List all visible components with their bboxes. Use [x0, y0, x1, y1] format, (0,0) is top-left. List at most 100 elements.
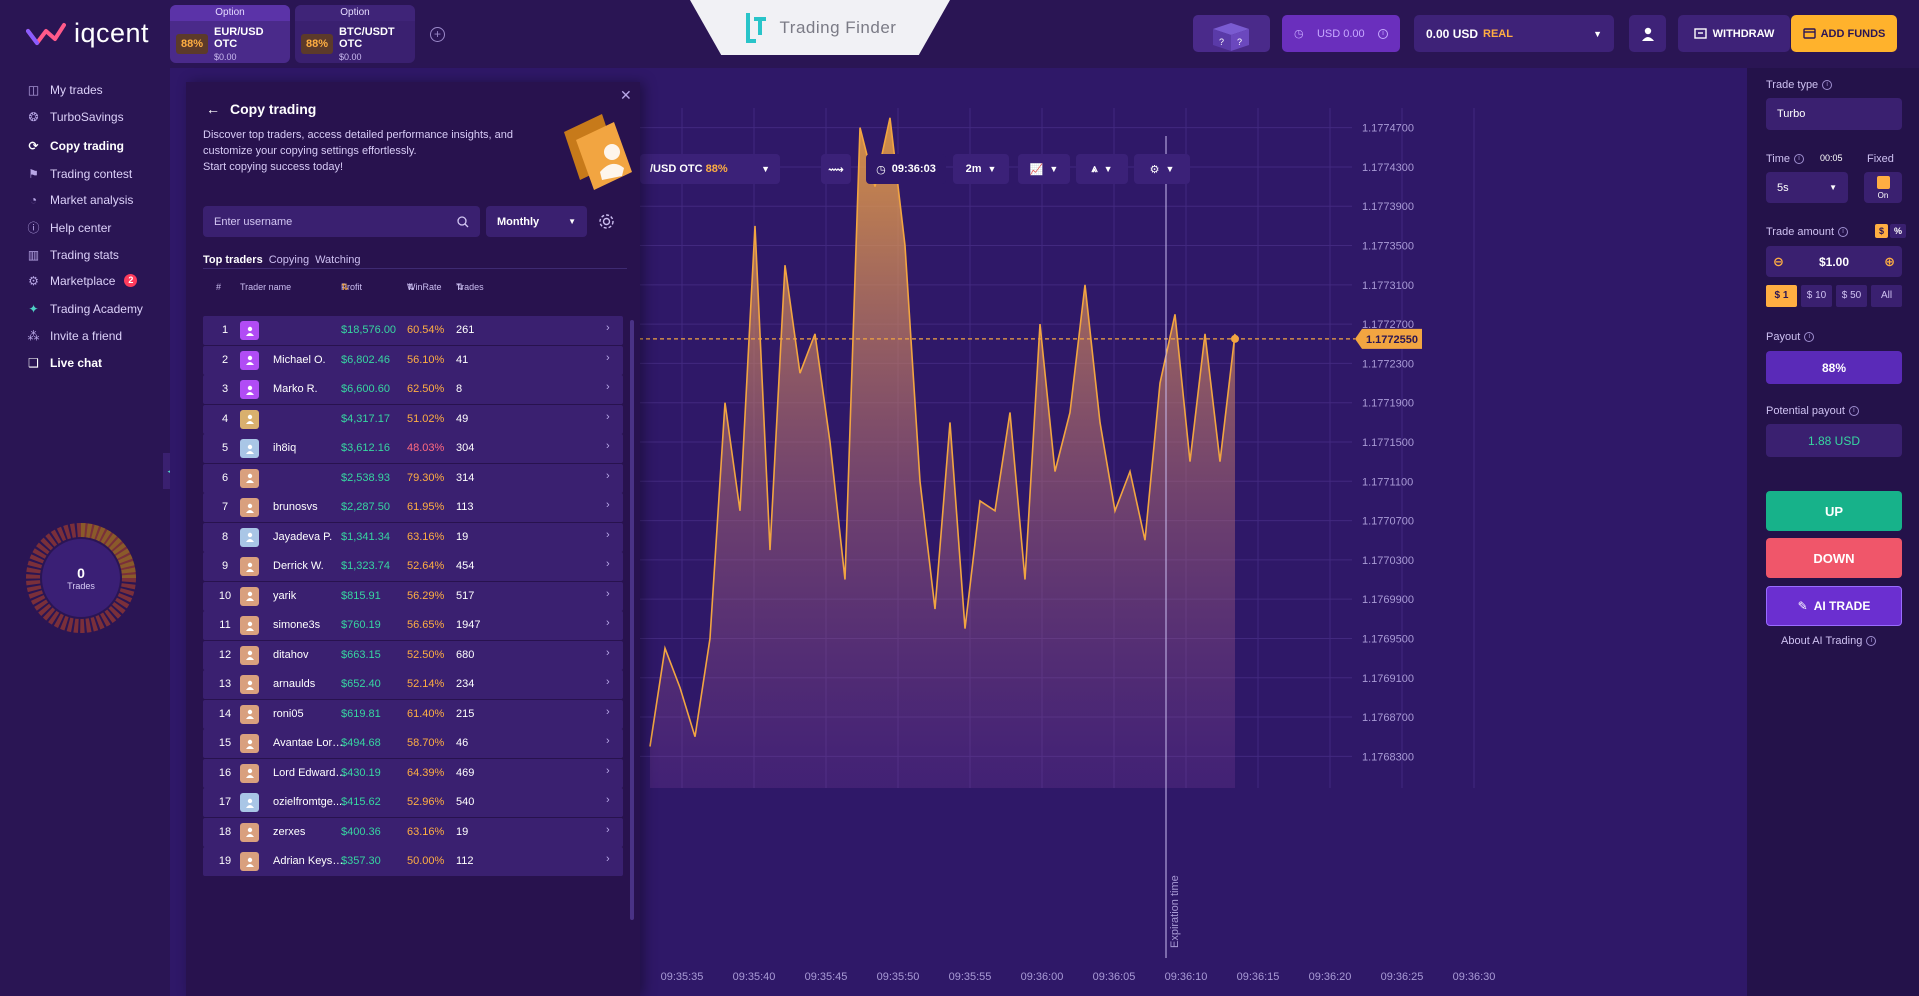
preset-1[interactable]: $ 1	[1766, 285, 1797, 307]
demo-balance[interactable]: ◷ USD 0.00 i	[1282, 15, 1400, 52]
table-row[interactable]: 11 simone3s $760.19 56.65% 1947 ›	[203, 611, 623, 640]
chevron-right-icon[interactable]: ›	[606, 676, 610, 688]
preset-10[interactable]: $ 10	[1801, 285, 1832, 307]
plus-icon[interactable]: ⊕	[1884, 254, 1895, 270]
tab-top-traders[interactable]: Top traders	[203, 254, 263, 266]
info-icon[interactable]: i	[1838, 227, 1849, 237]
info-icon[interactable]: i	[1804, 332, 1815, 342]
sidebar-item-copy-trading[interactable]: ⟳ Copy trading	[26, 138, 124, 153]
back-arrow-icon[interactable]: ←	[206, 101, 220, 117]
chart-type-selector[interactable]: 📈 ▼	[1018, 154, 1070, 184]
table-row[interactable]: 18 zerxes $400.36 63.16% 19 ›	[203, 817, 623, 847]
sidebar-item-help-center[interactable]: ⓘ Help center	[26, 220, 111, 236]
sidebar-item-invite-friend[interactable]: ⁂ Invite a friend	[26, 328, 123, 343]
chevron-right-icon[interactable]: ›	[606, 470, 610, 482]
tab-watching[interactable]: Watching	[315, 254, 360, 266]
preset-50[interactable]: $ 50	[1836, 285, 1867, 307]
chart-settings-selector[interactable]: ⚙ ▼	[1134, 154, 1190, 184]
chevron-right-icon[interactable]: ›	[606, 588, 610, 600]
table-row[interactable]: 5 ih8iq $3,612.16 48.03% 304 ›	[203, 434, 623, 463]
ai-trade-button[interactable]: ✎ AI TRADE	[1766, 586, 1902, 626]
info-icon[interactable]: i	[1822, 80, 1833, 90]
info-icon[interactable]: i	[1794, 154, 1805, 164]
timeframe-selector[interactable]: 2m ▼	[953, 154, 1009, 184]
chevron-right-icon[interactable]: ›	[606, 706, 610, 718]
trader-search[interactable]	[203, 206, 480, 237]
table-row[interactable]: 4 $4,317.17 51.02% 49 ›	[203, 404, 623, 434]
asset-selector[interactable]: /USD OTC 88% ▼	[640, 154, 780, 184]
table-row[interactable]: 13 arnaulds $652.40 52.14% 234 ›	[203, 670, 623, 699]
table-row[interactable]: 16 Lord Edward ... $430.19 64.39% 469 ›	[203, 758, 623, 788]
table-row[interactable]: 14 roni05 $619.81 61.40% 215 ›	[203, 699, 623, 729]
info-icon[interactable]: i	[1378, 28, 1388, 39]
sidebar-item-market-analysis[interactable]: ◔ Market analysis	[26, 192, 134, 207]
table-row[interactable]: 2 Michael O. $6,802.46 56.10% 41 ›	[203, 345, 623, 375]
chevron-right-icon[interactable]: ›	[606, 558, 610, 570]
table-row[interactable]: 15 Avantae Lore... $494.68 58.70% 46 ›	[203, 729, 623, 758]
chevron-right-icon[interactable]: ›	[606, 499, 610, 511]
table-row[interactable]: 3 Marko R. $6,600.60 62.50% 8 ›	[203, 375, 623, 404]
sidebar-item-marketplace[interactable]: ⚙ Marketplace 2	[26, 273, 138, 288]
mystery-box-button[interactable]: ? ?	[1193, 15, 1270, 52]
add-funds-button[interactable]: ADD FUNDS	[1791, 15, 1897, 52]
profile-button[interactable]	[1629, 15, 1666, 52]
chevron-right-icon[interactable]: ›	[606, 794, 610, 806]
chevron-right-icon[interactable]: ›	[606, 824, 610, 836]
trade-type-select[interactable]: Turbo	[1766, 98, 1902, 130]
tab-copying[interactable]: Copying	[269, 254, 309, 266]
brand-logo[interactable]: iqcent	[26, 18, 149, 49]
chevron-right-icon[interactable]: ›	[606, 352, 610, 364]
settings-gear-icon[interactable]	[598, 213, 615, 230]
chevron-right-icon[interactable]: ›	[606, 765, 610, 777]
fixed-toggle[interactable]: On	[1864, 172, 1902, 203]
amount-input[interactable]: ⊖ $1.00 ⊕	[1766, 246, 1902, 277]
amount-mode-percent[interactable]: %	[1890, 224, 1907, 238]
asset-tab-eurusd[interactable]: Option 88% EUR/USD OTC $0.00	[170, 5, 290, 63]
account-selector[interactable]: 0.00 USD REAL ▼	[1414, 15, 1614, 52]
amount-mode-toggle[interactable]: $ %	[1875, 224, 1907, 238]
table-row[interactable]: 9 Derrick W. $1,323.74 52.64% 454 ›	[203, 552, 623, 581]
withdraw-button[interactable]: WITHDRAW	[1678, 15, 1790, 52]
sidebar-item-trading-contest[interactable]: ⚑ Trading contest	[26, 166, 132, 181]
asset-tab-btcusdt[interactable]: Option 88% BTC/USDT OTC $0.00	[295, 5, 415, 63]
about-ai-link[interactable]: About AI Trading i	[1781, 635, 1877, 647]
drawing-tools-selector[interactable]: ⩓ ▼	[1076, 154, 1128, 184]
info-icon[interactable]: i	[1848, 406, 1859, 416]
table-row[interactable]: 10 yarik $815.91 56.29% 517 ›	[203, 581, 623, 611]
time-select[interactable]: 5s ▼	[1766, 172, 1848, 203]
amount-mode-currency[interactable]: $	[1875, 224, 1889, 238]
indicators-button[interactable]: ⟿	[821, 154, 851, 184]
preset-all[interactable]: All	[1871, 285, 1902, 307]
chevron-right-icon[interactable]: ›	[606, 381, 610, 393]
sidebar-item-live-chat[interactable]: ❑ Live chat	[26, 355, 102, 370]
minus-icon[interactable]: ⊖	[1773, 254, 1784, 270]
sidebar-item-my-trades[interactable]: ◫ My trades	[26, 82, 103, 97]
sidebar-item-trading-stats[interactable]: ▥ Trading stats	[26, 247, 119, 262]
chevron-right-icon[interactable]: ›	[606, 647, 610, 659]
period-select[interactable]: Monthly ▼	[486, 206, 587, 237]
search-input[interactable]	[214, 215, 457, 228]
chevron-right-icon[interactable]: ›	[606, 529, 610, 541]
search-icon[interactable]	[457, 215, 469, 228]
chevron-right-icon[interactable]: ›	[606, 735, 610, 747]
up-button[interactable]: UP	[1766, 491, 1902, 531]
table-row[interactable]: 12 ditahov $663.15 52.50% 680 ›	[203, 640, 623, 670]
table-row[interactable]: 7 brunosvs $2,287.50 61.95% 113 ›	[203, 493, 623, 522]
sidebar-item-turbosavings[interactable]: ❂ TurboSavings	[26, 109, 123, 124]
chevron-right-icon[interactable]: ›	[606, 853, 610, 865]
chevron-right-icon[interactable]: ›	[606, 617, 610, 629]
add-tab-icon[interactable]: +	[430, 27, 445, 42]
sidebar-item-trading-academy[interactable]: ✦ Trading Academy	[26, 301, 142, 316]
table-row[interactable]: 8 Jayadeva P. $1,341.34 63.16% 19 ›	[203, 522, 623, 552]
tab-pair: EUR/USD OTC	[214, 26, 264, 50]
table-row[interactable]: 19 Adrian Keysh... $357.30 50.00% 112 ›	[203, 847, 623, 876]
table-row[interactable]: 6 $2,538.93 79.30% 314 ›	[203, 463, 623, 493]
chevron-right-icon[interactable]: ›	[606, 322, 610, 334]
scrollbar[interactable]	[630, 320, 634, 920]
amount-value[interactable]: $1.00	[1819, 255, 1849, 269]
table-row[interactable]: 1 $18,576.00 60.54% 261 ›	[203, 316, 623, 345]
down-button[interactable]: DOWN	[1766, 538, 1902, 578]
chevron-right-icon[interactable]: ›	[606, 440, 610, 452]
chevron-right-icon[interactable]: ›	[606, 411, 610, 423]
table-row[interactable]: 17 ozielfromtge... $415.62 52.96% 540 ›	[203, 788, 623, 817]
